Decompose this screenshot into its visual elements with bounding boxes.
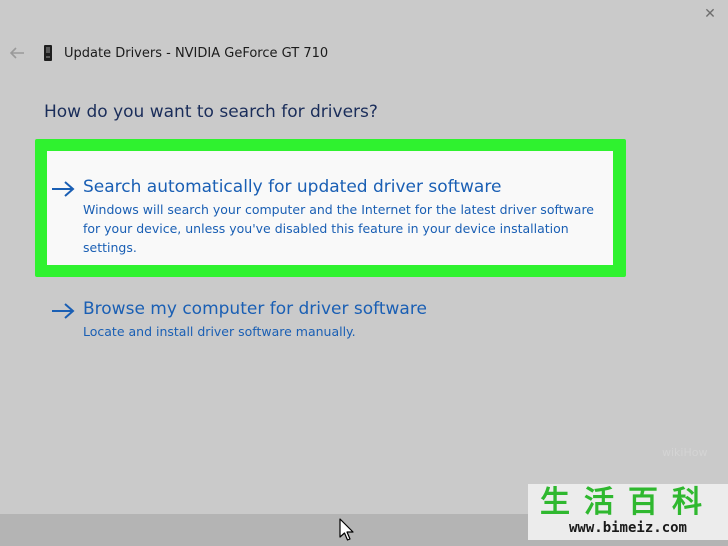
graphics-card-icon	[42, 44, 54, 62]
watermark-characters: 生活百科	[540, 485, 716, 520]
window-title: Update Drivers - NVIDIA GeForce GT 710	[64, 45, 329, 61]
option-title[interactable]: Browse my computer for driver software	[83, 297, 603, 321]
option-description: Windows will search your computer and th…	[83, 202, 594, 255]
back-arrow-icon[interactable]	[2, 38, 32, 68]
update-drivers-window: ✕ Update Drivers - NVIDIA GeForce GT 710…	[0, 0, 728, 546]
mouse-pointer-icon	[339, 518, 354, 541]
faint-watermark-text: wikiHow	[662, 446, 708, 459]
option-title[interactable]: Search automatically for updated driver …	[83, 175, 603, 199]
site-watermark: 生活百科 www.bimeiz.com	[528, 484, 728, 540]
right-arrow-icon	[52, 303, 75, 319]
browse-computer-option[interactable]: Browse my computer for driver software L…	[51, 297, 603, 341]
option-description: Locate and install driver software manua…	[83, 324, 356, 339]
title-bar: Update Drivers - NVIDIA GeForce GT 710	[0, 38, 728, 68]
watermark-url: www.bimeiz.com	[569, 520, 687, 536]
right-arrow-icon	[52, 181, 75, 197]
close-icon[interactable]: ✕	[700, 4, 720, 24]
page-heading: How do you want to search for drivers?	[44, 102, 378, 122]
search-automatically-option[interactable]: Search automatically for updated driver …	[51, 175, 603, 257]
